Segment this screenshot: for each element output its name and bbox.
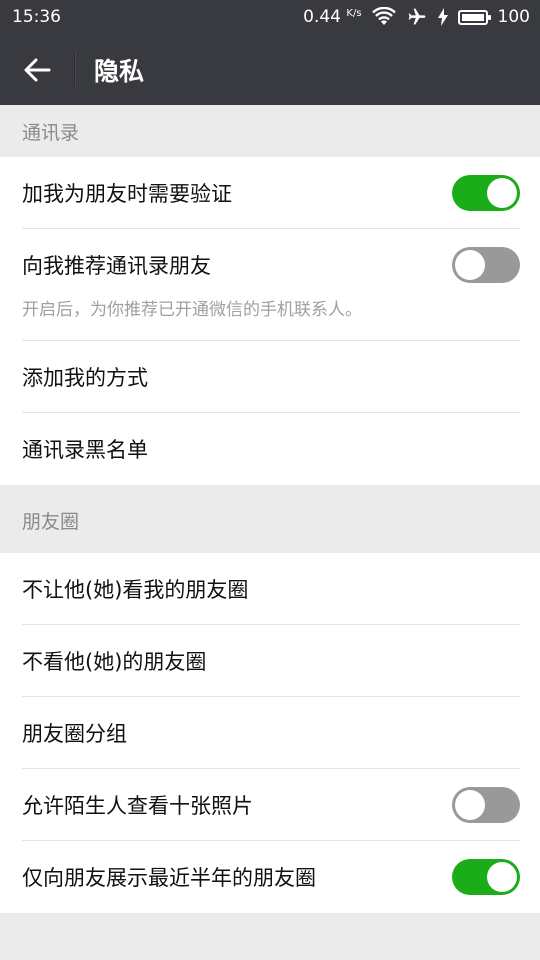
- stranger-ten-photos-row[interactable]: 允许陌生人查看十张照片: [22, 769, 520, 841]
- back-button[interactable]: [0, 34, 74, 105]
- row-label: 向我推荐通讯录朋友: [22, 254, 211, 278]
- row-label: 朋友圈分组: [22, 721, 127, 746]
- add-me-methods-row[interactable]: 添加我的方式: [22, 341, 520, 413]
- page-title: 隐私: [94, 56, 145, 86]
- section-header-moments: 朋友圈: [0, 485, 540, 553]
- row-label: 仅向朋友展示最近半年的朋友圈: [22, 866, 316, 890]
- hide-my-moments-row[interactable]: 不让他(她)看我的朋友圈: [22, 553, 520, 625]
- moments-groups-row[interactable]: 朋友圈分组: [22, 697, 520, 769]
- network-speed-unit: K/s: [346, 8, 362, 19]
- require-verification-row[interactable]: 加我为朋友时需要验证: [22, 157, 520, 229]
- arrow-left-icon: [24, 58, 51, 81]
- half-year-moments-toggle[interactable]: [452, 859, 520, 895]
- row-label: 允许陌生人查看十张照片: [22, 793, 253, 818]
- network-speed: 0.44 K/s: [303, 7, 362, 27]
- require-verification-toggle[interactable]: [452, 174, 520, 211]
- recommend-contacts-hint: 开启后，为你推荐已开通微信的手机联系人。: [22, 300, 362, 320]
- row-label: 通讯录黑名单: [22, 438, 148, 462]
- row-label: 添加我的方式: [22, 365, 148, 390]
- battery-level: 100: [497, 7, 530, 27]
- row-label: 不让他(她)看我的朋友圈: [22, 577, 249, 602]
- appbar-divider: [74, 52, 76, 87]
- app-bar: 隐私: [0, 34, 540, 105]
- airplane-icon: [406, 7, 428, 27]
- hide-their-moments-row[interactable]: 不看他(她)的朋友圈: [22, 625, 520, 697]
- row-label: 加我为朋友时需要验证: [22, 181, 232, 206]
- moments-group: 不让他(她)看我的朋友圈 不看他(她)的朋友圈 朋友圈分组 允许陌生人查看十张照…: [0, 553, 540, 913]
- contacts-group: 加我为朋友时需要验证 向我推荐通讯录朋友 开启后，为你推荐已开通微信的手机联系人…: [0, 157, 540, 485]
- section-header-contacts: 通讯录: [0, 105, 540, 157]
- charging-icon: [437, 8, 448, 26]
- battery-icon: [457, 9, 491, 25]
- status-time: 15:36: [12, 7, 61, 27]
- recommend-contacts-toggle[interactable]: [452, 247, 520, 283]
- status-icons: 0.44 K/s 100: [303, 7, 530, 27]
- stranger-ten-photos-toggle[interactable]: [452, 786, 520, 823]
- row-label: 不看他(她)的朋友圈: [22, 649, 207, 674]
- recommend-contacts-row[interactable]: 向我推荐通讯录朋友 开启后，为你推荐已开通微信的手机联系人。: [22, 229, 520, 341]
- contacts-blacklist-row[interactable]: 通讯录黑名单: [22, 413, 520, 485]
- status-bar: 15:36 0.44 K/s 100: [0, 0, 540, 34]
- half-year-moments-row[interactable]: 仅向朋友展示最近半年的朋友圈: [22, 841, 520, 913]
- wifi-icon: [371, 7, 396, 27]
